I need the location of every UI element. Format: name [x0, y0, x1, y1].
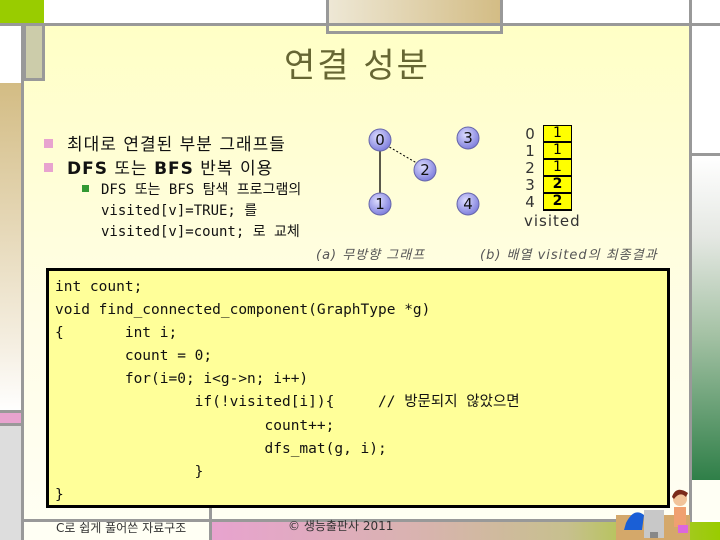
divider — [21, 23, 24, 540]
footer-copyright: © 생능출판사 2011 — [288, 519, 394, 533]
code-line: } — [55, 463, 204, 480]
code-line: if(!visited[i]){ // 방문되지 않았으면 — [55, 394, 520, 411]
figure-caption-b: (b) 배열 visited의 최종결과 — [480, 248, 658, 263]
bullet-text-bold: DFS — [67, 159, 108, 179]
bullet-text: 최대로 연결된 부분 그래프들 — [67, 135, 286, 155]
undirected-graph-figure: 0 1 2 3 4 — [368, 126, 480, 216]
bullet-text: 또는 — [107, 159, 155, 179]
code-line: dfs_mat(g, i); — [55, 440, 387, 457]
slide-title: 연결 성분 — [284, 46, 430, 86]
visited-index: 4 — [525, 192, 535, 211]
sub-bullet-square-icon — [82, 184, 89, 192]
code-line: void find_connected_component(GraphType … — [55, 302, 431, 319]
mascot-illustration-icon — [616, 489, 690, 540]
bullet-text-bold: BFS — [154, 159, 194, 179]
right-gradient-strip — [692, 156, 720, 480]
sub-bullet-text: visited[v]=TRUE; 를 — [101, 203, 258, 219]
bullet-item: DFS 또는 BFS 반복 이용 — [44, 154, 273, 179]
graph-node: 2 — [413, 158, 437, 182]
graph-edge — [385, 144, 421, 166]
right-white-block — [692, 480, 720, 520]
visited-cell: 2 — [543, 175, 572, 194]
svg-text:2: 2 — [420, 161, 430, 179]
corner-decoration — [0, 0, 44, 23]
figure-caption-a: (a) 무방향 그래프 — [316, 248, 426, 263]
visited-array: 01 11 21 32 42 — [520, 124, 572, 211]
code-line: int count; — [55, 279, 143, 295]
visited-index: 1 — [525, 141, 535, 160]
sub-bullet-text: DFS 또는 BFS 탐색 프로그램의 — [101, 182, 302, 198]
left-gradient-strip — [0, 83, 23, 413]
svg-text:3: 3 — [463, 129, 473, 147]
left-gray-block — [0, 426, 23, 540]
code-line: } — [55, 486, 64, 503]
visited-cell: 2 — [543, 192, 572, 211]
visited-cell: 1 — [543, 141, 572, 160]
bullet-text: 반복 이용 — [193, 159, 274, 179]
visited-cell: 1 — [543, 124, 572, 143]
svg-text:0: 0 — [375, 131, 385, 149]
bullet-square-icon — [44, 138, 53, 148]
bullet-square-icon — [44, 162, 53, 172]
code-line: count = 0; — [55, 348, 213, 365]
visited-cell: 1 — [543, 158, 572, 177]
code-line: { int i; — [55, 325, 178, 342]
visited-row: 01 — [520, 124, 572, 143]
left-pink-bar — [0, 413, 23, 423]
visited-label: visited — [524, 212, 581, 230]
code-line: for(i=0; i<g->n; i++) — [55, 371, 309, 388]
graph-node: 3 — [456, 126, 480, 150]
top-gradient-frame — [326, 0, 503, 34]
visited-row: 21 — [520, 158, 572, 177]
visited-row: 42 — [520, 192, 572, 211]
visited-index: 0 — [525, 124, 535, 143]
footer-book-title: C로 쉽게 풀어쓴 자료구조 — [56, 521, 187, 535]
graph-node: 1 — [368, 192, 392, 216]
visited-row: 32 — [520, 175, 572, 194]
visited-row: 11 — [520, 141, 572, 160]
sub-bullet-text: visited[v]=count; 로 교체 — [101, 224, 300, 240]
bullet-item: 최대로 연결된 부분 그래프들 — [44, 130, 286, 155]
svg-text:4: 4 — [463, 195, 473, 213]
visited-index: 3 — [525, 175, 535, 194]
code-block: int count; void find_connected_component… — [46, 268, 670, 508]
graph-node: 0 — [368, 128, 392, 152]
code-line: count++; — [55, 417, 335, 434]
svg-text:1: 1 — [375, 195, 385, 213]
sub-bullet-item: DFS 또는 BFS 탐색 프로그램의 visited[v]=TRUE; 를 v… — [82, 180, 301, 243]
visited-index: 2 — [525, 158, 535, 177]
graph-node: 4 — [456, 192, 480, 216]
